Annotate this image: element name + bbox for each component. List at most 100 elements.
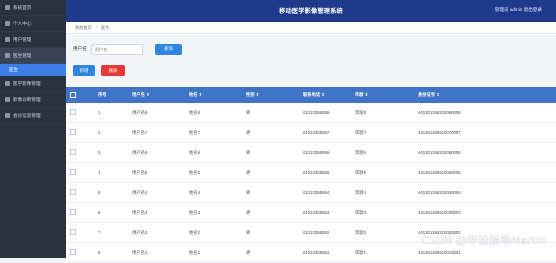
row-index: 7 [94,222,128,243]
row-idcard: 441301199310060006 [414,142,556,163]
breadcrumb-separator: / [95,25,97,30]
row-age: 年龄1 [351,242,414,263]
row-name: 姓名6 [185,142,242,163]
row-name: 姓名2 [185,222,242,243]
row-name: 姓名8 [185,103,242,123]
row-name: 姓名5 [185,162,242,183]
column-header-username[interactable]: 用户名 ⇕ [128,87,185,103]
column-header-age[interactable]: 年龄 ⇕ [351,87,414,103]
row-name: 姓名4 [185,182,242,203]
row-spacer-cell [81,142,94,163]
sidebar-item-profile[interactable]: 个人中心 [0,16,66,32]
row-phone: 01213355558 [299,103,351,123]
row-spacer-cell [81,242,94,263]
row-index: 5 [94,182,128,203]
column-header [81,87,94,103]
breadcrumb-current: 医生 [100,24,110,30]
table-header-row: 序号 用户名 ⇕ 姓名 ⇕ 性别 ⇕ 联系电话 ⇕ 年龄 ⇕ 身份证号 ⇕ [66,87,556,103]
row-checkbox[interactable] [70,209,76,215]
row-username: 用户名5 [128,162,185,183]
breadcrumb-home[interactable]: 系统首页 [75,25,92,31]
row-age: 年龄4 [351,182,414,203]
row-index: 8 [94,242,128,263]
row-username: 用户名2 [128,222,185,243]
row-idcard: 441301199310080008 [414,103,556,123]
diagnosis-icon [5,97,10,102]
row-age: 年龄2 [351,222,414,243]
table-row: 4 用户名5 姓名5 男 01213355555 年龄5 44130119931005000… [66,162,556,183]
row-username: 用户名1 [128,242,185,263]
row-checkbox-cell[interactable] [66,202,81,223]
username-search-input[interactable] [90,43,143,55]
row-gender: 男 [242,242,299,263]
row-gender: 男 [242,182,299,203]
sidebar-item-medical-images[interactable]: 医学影像管理 [0,76,66,92]
table-row: 1 用户名8 姓名8 男 01213355558 年龄8 44130119931008000… [66,103,556,123]
sidebar-item-label: 系统首页 [13,4,32,10]
row-checkbox[interactable] [70,249,76,255]
user-info[interactable]: 管理员 admin 退出登录 [495,7,542,13]
sidebar-item-consultation[interactable]: 会诊信息管理 [0,108,66,124]
column-header-idcard[interactable]: 身份证号 ⇕ [414,87,556,103]
row-checkbox[interactable] [70,229,76,235]
sidebar-item-users[interactable]: 用户管理 [0,32,66,48]
row-checkbox[interactable] [70,149,76,155]
sidebar-item-doctors[interactable]: 医生管理 [0,48,66,64]
row-checkbox-cell[interactable] [66,122,81,143]
delete-button[interactable]: 删除 [101,65,125,76]
row-gender: 男 [242,122,299,143]
column-header-name[interactable]: 姓名 ⇕ [185,87,242,103]
sidebar-item-label: 医学影像管理 [13,80,41,86]
add-button[interactable]: 新增 [73,65,95,76]
row-name: 姓名3 [185,202,242,223]
image-icon [5,81,10,86]
sidebar-item-label: 用户管理 [13,36,32,42]
column-header-gender[interactable]: 性别 ⇕ [242,87,299,103]
row-checkbox-cell[interactable] [66,162,81,183]
sidebar-subitem-doctor[interactable]: 医生 [0,64,66,76]
row-checkbox-cell[interactable] [66,242,81,263]
select-all-checkbox[interactable] [70,91,76,98]
row-age: 年龄5 [351,162,414,183]
sidebar-item-diagnosis[interactable]: 影像诊断管理 [0,92,66,108]
row-checkbox[interactable] [70,129,76,135]
table-row: 5 用户名4 姓名4 男 01213355554 年龄4 44130119931004000… [66,182,556,203]
column-header-phone[interactable]: 联系电话 ⇕ [299,87,351,103]
row-spacer-cell [81,103,94,123]
sidebar-item-label: 个人中心 [13,20,32,26]
row-idcard: 441301199310050005 [414,162,556,183]
row-checkbox[interactable] [70,169,76,175]
row-phone: 01213355553 [299,202,351,223]
row-spacer-cell [81,222,94,243]
row-index: 2 [94,122,128,143]
row-username: 用户名3 [128,202,185,223]
row-username: 用户名6 [128,142,185,163]
row-checkbox-cell[interactable] [66,222,81,243]
breadcrumb: 系统首页 / 医生 [66,22,556,34]
row-checkbox[interactable] [70,109,76,115]
search-button[interactable]: 查询 [154,43,182,55]
row-checkbox-cell[interactable] [66,103,81,123]
top-bar: 移动医学影像管理系统 管理员 admin 退出登录 [66,0,556,22]
row-spacer-cell [81,182,94,203]
row-checkbox[interactable] [70,189,76,195]
table-row: 2 用户名7 姓名7 男 01213355557 年龄7 44130119931007000… [66,122,556,143]
row-phone: 01213355556 [299,142,351,163]
select-all-cell[interactable] [66,87,81,103]
row-index: 3 [94,142,128,163]
row-checkbox-cell[interactable] [66,142,81,163]
row-phone: 01213355557 [299,122,351,143]
row-index: 4 [94,162,128,183]
row-age: 年龄7 [351,122,414,143]
table-row: 6 用户名3 姓名3 男 01213355553 年龄3 44130119931003000… [66,202,556,223]
row-username: 用户名7 [128,122,185,143]
doctor-icon [5,53,10,58]
row-idcard: 441301199310070007 [414,122,556,143]
sidebar-item-home[interactable]: 系统首页 [0,0,66,16]
row-gender: 男 [242,202,299,223]
row-spacer-cell [81,202,94,223]
home-icon [5,5,10,10]
row-username: 用户名4 [128,182,185,203]
row-checkbox-cell[interactable] [66,182,81,203]
row-phone: 01213355551 [299,242,351,263]
